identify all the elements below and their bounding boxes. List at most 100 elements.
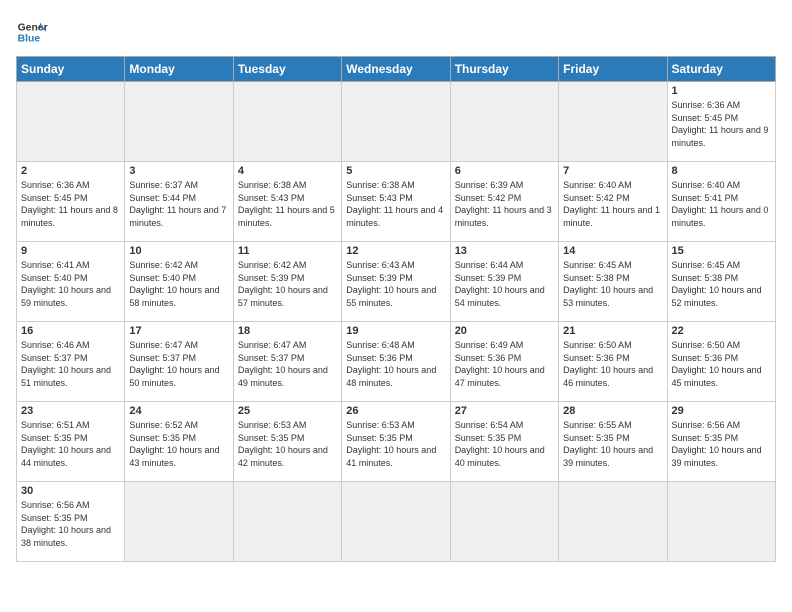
week-row-5: 30 Sunrise: 6:56 AMSunset: 5:35 PMDayligh… xyxy=(17,482,776,562)
calendar-cell: 27Sunrise: 6:54 AMSunset: 5:35 PMDayligh… xyxy=(450,402,558,482)
calendar-cell: 30 Sunrise: 6:56 AMSunset: 5:35 PMDayligh… xyxy=(17,482,125,562)
day-number: 22 xyxy=(672,325,771,337)
calendar-cell: 22 Sunrise: 6:50 AMSunset: 5:36 PMDayligh… xyxy=(667,322,775,402)
cell-info: Sunrise: 6:38 AMSunset: 5:43 PMDaylight:… xyxy=(346,179,445,229)
day-number: 6 xyxy=(455,165,554,177)
cell-info: Sunrise: 6:40 AMSunset: 5:41 PMDaylight:… xyxy=(672,179,771,229)
day-number: 15 xyxy=(672,245,771,257)
cell-info: Sunrise: 6:45 AMSunset: 5:38 PMDaylight:… xyxy=(672,259,771,309)
calendar-cell: 13 Sunrise: 6:44 AMSunset: 5:39 PMDayligh… xyxy=(450,242,558,322)
cell-info: Sunrise: 6:56 AMSunset: 5:35 PMDaylight:… xyxy=(672,419,771,469)
calendar-cell: 17 Sunrise: 6:47 AMSunset: 5:37 PMDayligh… xyxy=(125,322,233,402)
cell-info: Sunrise: 6:53 AMSunset: 5:35 PMDaylight:… xyxy=(238,419,337,469)
day-number: 24 xyxy=(129,405,228,417)
week-row-2: 9 Sunrise: 6:41 AMSunset: 5:40 PMDaylight… xyxy=(17,242,776,322)
logo-icon: General Blue xyxy=(16,16,48,48)
cell-info: Sunrise: 6:39 AMSunset: 5:42 PMDaylight:… xyxy=(455,179,554,229)
day-number: 1 xyxy=(672,85,771,97)
calendar-cell xyxy=(125,482,233,562)
cell-info: Sunrise: 6:48 AMSunset: 5:36 PMDaylight:… xyxy=(346,339,445,389)
day-number: 2 xyxy=(21,165,120,177)
day-number: 19 xyxy=(346,325,445,337)
day-number: 18 xyxy=(238,325,337,337)
calendar-cell: 3 Sunrise: 6:37 AMSunset: 5:44 PMDaylight… xyxy=(125,162,233,242)
calendar-cell xyxy=(342,82,450,162)
day-number: 5 xyxy=(346,165,445,177)
day-number: 28 xyxy=(563,405,662,417)
calendar-cell: 21Sunrise: 6:50 AMSunset: 5:36 PMDayligh… xyxy=(559,322,667,402)
day-number: 9 xyxy=(21,245,120,257)
cell-info: Sunrise: 6:51 AMSunset: 5:35 PMDaylight:… xyxy=(21,419,120,469)
calendar-cell: 10 Sunrise: 6:42 AMSunset: 5:40 PMDayligh… xyxy=(125,242,233,322)
cell-info: Sunrise: 6:49 AMSunset: 5:36 PMDaylight:… xyxy=(455,339,554,389)
cell-info: Sunrise: 6:52 AMSunset: 5:35 PMDaylight:… xyxy=(129,419,228,469)
calendar-table: SundayMondayTuesdayWednesdayThursdayFrid… xyxy=(16,56,776,562)
cell-info: Sunrise: 6:41 AMSunset: 5:40 PMDaylight:… xyxy=(21,259,120,309)
calendar-cell xyxy=(450,482,558,562)
cell-info: Sunrise: 6:37 AMSunset: 5:44 PMDaylight:… xyxy=(129,179,228,229)
day-number: 21 xyxy=(563,325,662,337)
cell-info: Sunrise: 6:54 AMSunset: 5:35 PMDaylight:… xyxy=(455,419,554,469)
calendar-cell: 26Sunrise: 6:53 AMSunset: 5:35 PMDayligh… xyxy=(342,402,450,482)
week-row-0: 1 Sunrise: 6:36 AMSunset: 5:45 PMDaylight… xyxy=(17,82,776,162)
calendar-cell: 16 Sunrise: 6:46 AMSunset: 5:37 PMDayligh… xyxy=(17,322,125,402)
day-number: 7 xyxy=(563,165,662,177)
column-header-thursday: Thursday xyxy=(450,57,558,82)
cell-info: Sunrise: 6:36 AMSunset: 5:45 PMDaylight:… xyxy=(672,99,771,149)
column-header-friday: Friday xyxy=(559,57,667,82)
cell-info: Sunrise: 6:47 AMSunset: 5:37 PMDaylight:… xyxy=(238,339,337,389)
day-number: 17 xyxy=(129,325,228,337)
cell-info: Sunrise: 6:42 AMSunset: 5:40 PMDaylight:… xyxy=(129,259,228,309)
cell-info: Sunrise: 6:38 AMSunset: 5:43 PMDaylight:… xyxy=(238,179,337,229)
column-header-tuesday: Tuesday xyxy=(233,57,341,82)
day-number: 26 xyxy=(346,405,445,417)
calendar-cell: 15 Sunrise: 6:45 AMSunset: 5:38 PMDayligh… xyxy=(667,242,775,322)
calendar-cell: 11 Sunrise: 6:42 AMSunset: 5:39 PMDayligh… xyxy=(233,242,341,322)
calendar-cell: 24 Sunrise: 6:52 AMSunset: 5:35 PMDayligh… xyxy=(125,402,233,482)
week-row-3: 16 Sunrise: 6:46 AMSunset: 5:37 PMDayligh… xyxy=(17,322,776,402)
calendar-cell: 29Sunrise: 6:56 AMSunset: 5:35 PMDayligh… xyxy=(667,402,775,482)
day-number: 11 xyxy=(238,245,337,257)
cell-info: Sunrise: 6:36 AMSunset: 5:45 PMDaylight:… xyxy=(21,179,120,229)
column-header-wednesday: Wednesday xyxy=(342,57,450,82)
day-number: 14 xyxy=(563,245,662,257)
calendar-cell: 1 Sunrise: 6:36 AMSunset: 5:45 PMDaylight… xyxy=(667,82,775,162)
calendar-cell: 12Sunrise: 6:43 AMSunset: 5:39 PMDayligh… xyxy=(342,242,450,322)
cell-info: Sunrise: 6:45 AMSunset: 5:38 PMDaylight:… xyxy=(563,259,662,309)
day-number: 16 xyxy=(21,325,120,337)
cell-info: Sunrise: 6:42 AMSunset: 5:39 PMDaylight:… xyxy=(238,259,337,309)
cell-info: Sunrise: 6:55 AMSunset: 5:35 PMDaylight:… xyxy=(563,419,662,469)
calendar-cell xyxy=(233,482,341,562)
calendar-cell xyxy=(667,482,775,562)
day-number: 8 xyxy=(672,165,771,177)
cell-info: Sunrise: 6:56 AMSunset: 5:35 PMDaylight:… xyxy=(21,499,120,549)
day-number: 30 xyxy=(21,485,120,497)
calendar-cell xyxy=(233,82,341,162)
column-header-saturday: Saturday xyxy=(667,57,775,82)
cell-info: Sunrise: 6:47 AMSunset: 5:37 PMDaylight:… xyxy=(129,339,228,389)
svg-text:Blue: Blue xyxy=(18,34,41,45)
calendar-cell: 7 Sunrise: 6:40 AMSunset: 5:42 PMDaylight… xyxy=(559,162,667,242)
calendar-cell: 28 Sunrise: 6:55 AMSunset: 5:35 PMDayligh… xyxy=(559,402,667,482)
page-header: General Blue xyxy=(16,16,776,48)
calendar-cell xyxy=(559,82,667,162)
calendar-cell xyxy=(559,482,667,562)
week-row-4: 23 Sunrise: 6:51 AMSunset: 5:35 PMDayligh… xyxy=(17,402,776,482)
column-header-sunday: Sunday xyxy=(17,57,125,82)
cell-info: Sunrise: 6:43 AMSunset: 5:39 PMDaylight:… xyxy=(346,259,445,309)
logo: General Blue xyxy=(16,16,48,48)
calendar-cell: 25Sunrise: 6:53 AMSunset: 5:35 PMDayligh… xyxy=(233,402,341,482)
day-number: 10 xyxy=(129,245,228,257)
cell-info: Sunrise: 6:46 AMSunset: 5:37 PMDaylight:… xyxy=(21,339,120,389)
cell-info: Sunrise: 6:50 AMSunset: 5:36 PMDaylight:… xyxy=(672,339,771,389)
week-row-1: 2 Sunrise: 6:36 AMSunset: 5:45 PMDaylight… xyxy=(17,162,776,242)
day-number: 13 xyxy=(455,245,554,257)
day-number: 23 xyxy=(21,405,120,417)
calendar-cell: 23 Sunrise: 6:51 AMSunset: 5:35 PMDayligh… xyxy=(17,402,125,482)
calendar-cell xyxy=(17,82,125,162)
cell-info: Sunrise: 6:44 AMSunset: 5:39 PMDaylight:… xyxy=(455,259,554,309)
column-header-monday: Monday xyxy=(125,57,233,82)
day-number: 3 xyxy=(129,165,228,177)
calendar-cell: 2 Sunrise: 6:36 AMSunset: 5:45 PMDaylight… xyxy=(17,162,125,242)
cell-info: Sunrise: 6:40 AMSunset: 5:42 PMDaylight:… xyxy=(563,179,662,229)
